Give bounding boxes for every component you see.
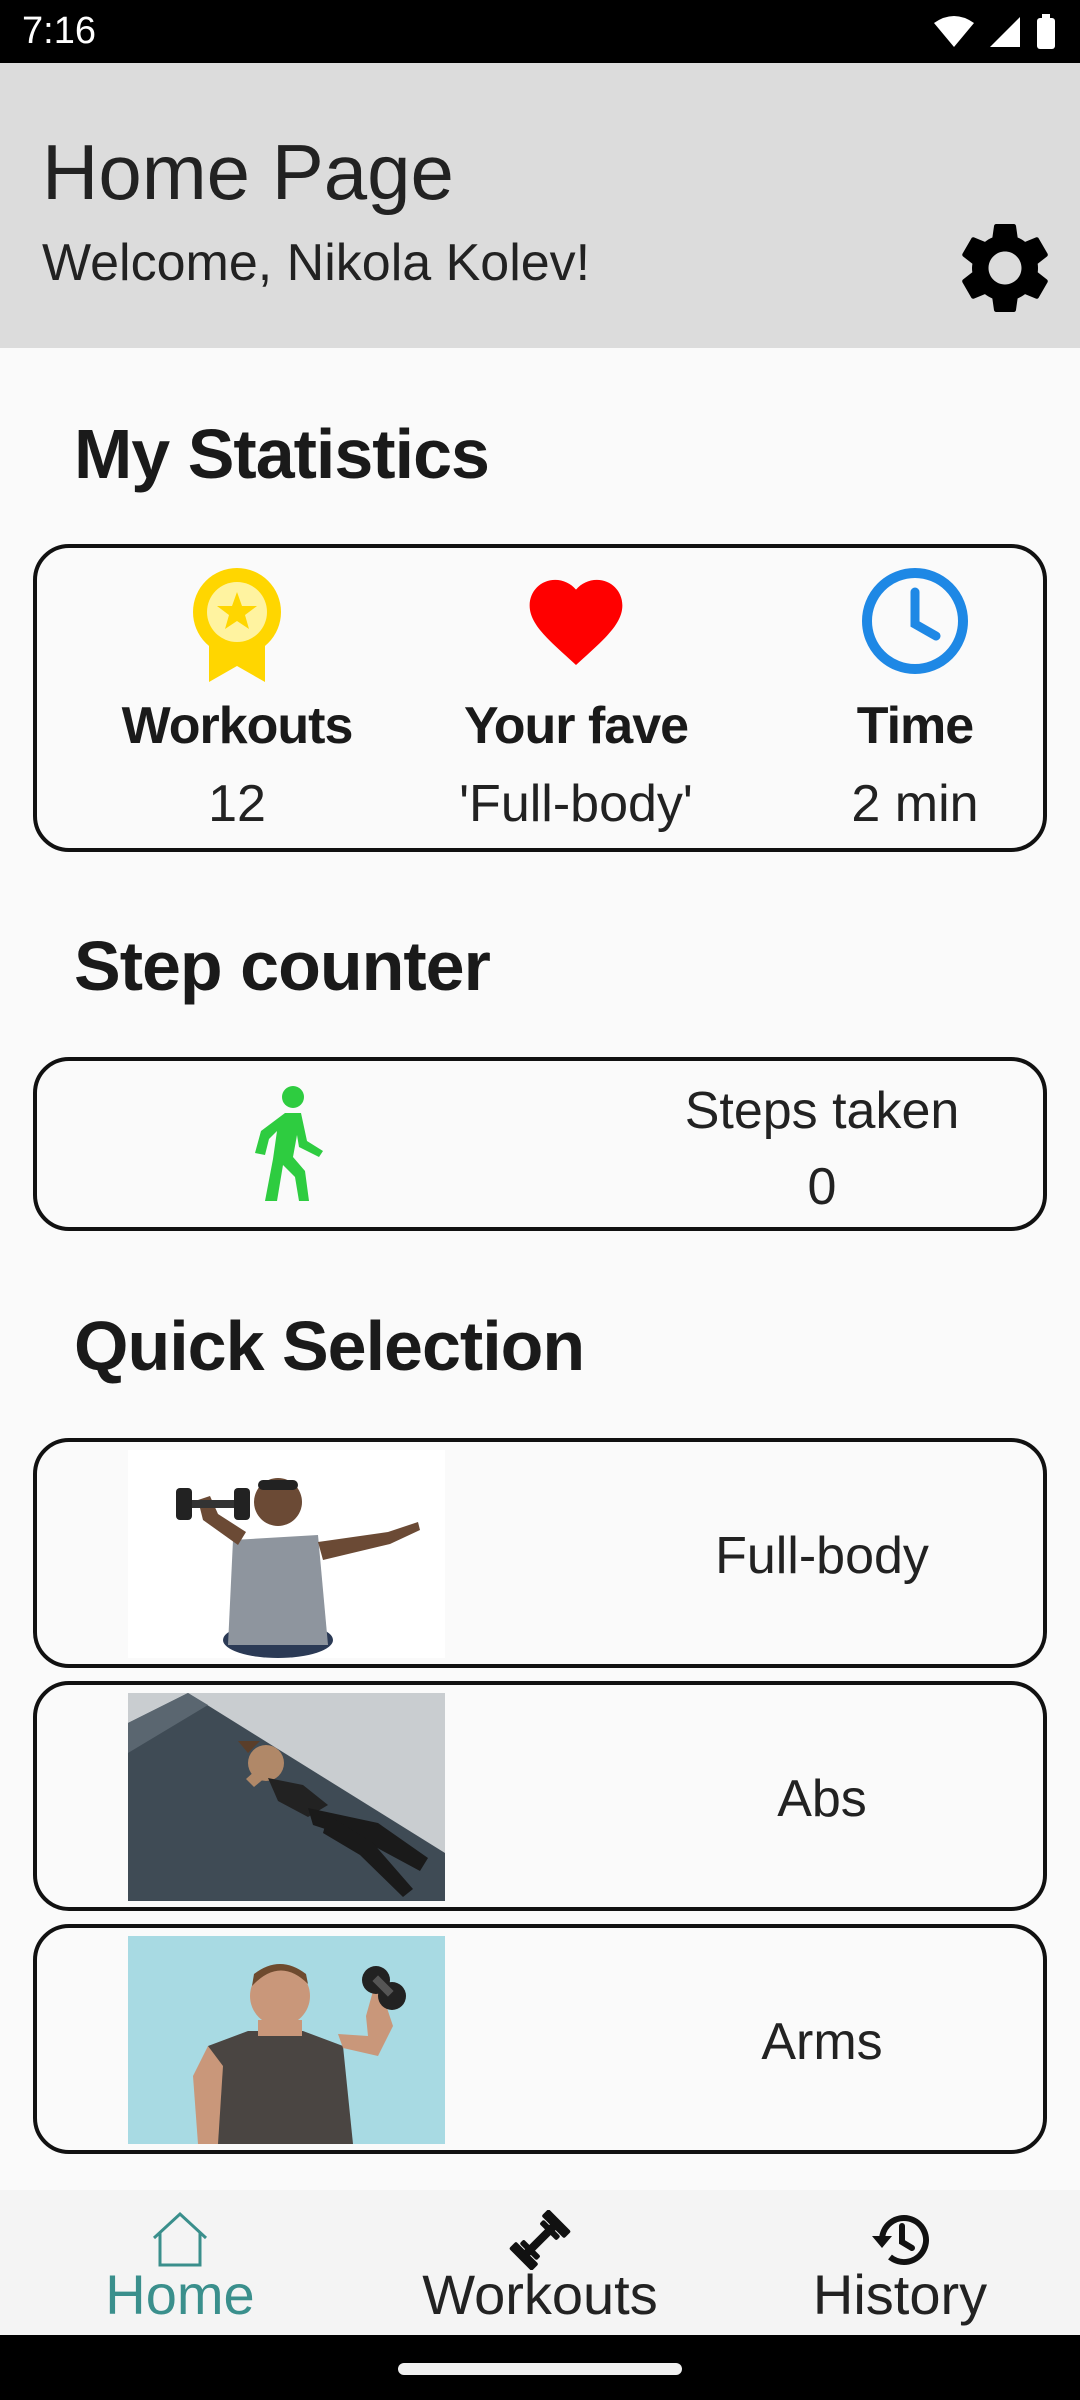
home-icon [152, 2211, 208, 2267]
stat-favourite: Your fave 'Full-body' [426, 548, 726, 848]
workout-label-full-body: Full-body [715, 1527, 929, 1585]
stat-time-value: 2 min [851, 775, 979, 833]
stat-workouts-label: Workouts [121, 697, 354, 755]
status-time: 7:16 [22, 10, 96, 52]
stat-favourite-label: Your fave [463, 697, 689, 755]
battery-icon [1037, 14, 1055, 49]
nav-label-home: Home [105, 2263, 255, 2326]
status-bar: 7:16 [0, 0, 1080, 63]
man-doing-curls-photo [128, 1936, 445, 2144]
clock-icon [862, 568, 968, 674]
nav-label-workouts: Workouts [422, 2263, 658, 2326]
workout-label-abs: Abs [777, 1770, 867, 1828]
stat-workouts: Workouts 12 [87, 548, 387, 848]
statistics-card: Workouts 12 Your fave 'Full-body' Time 2… [33, 544, 1047, 852]
steps-label: Steps taken [684, 1082, 960, 1140]
quick-selection-arms[interactable]: Arms [33, 1924, 1047, 2154]
step-counter-card: Steps taken 0 [33, 1057, 1047, 1231]
system-gesture-bar [0, 2335, 1080, 2400]
dumbbell-icon [509, 2210, 571, 2270]
settings-button[interactable] [950, 213, 1060, 323]
gear-icon [962, 224, 1048, 312]
quick-selection-abs[interactable]: Abs [33, 1681, 1047, 1911]
history-icon [872, 2215, 929, 2266]
wifi-icon [934, 16, 974, 47]
bottom-navigation: Home Workouts History [0, 2190, 1080, 2335]
status-icons [934, 12, 1056, 52]
man-lifting-dumbbells-photo [128, 1450, 445, 1658]
medal-icon [193, 568, 281, 682]
signal-icon [990, 17, 1020, 47]
page-title: Home Page [42, 128, 454, 216]
nav-item-history[interactable]: History [750, 2190, 1050, 2335]
welcome-message: Welcome, Nikola Kolev! [42, 234, 591, 292]
app-header: Home Page Welcome, Nikola Kolev! [0, 63, 1080, 348]
workout-label-arms: Arms [761, 2013, 883, 2071]
heart-icon [529, 579, 623, 665]
home-gesture-handle[interactable] [398, 2363, 682, 2375]
nav-item-home[interactable]: Home [30, 2190, 330, 2335]
nav-item-workouts[interactable]: Workouts [390, 2190, 690, 2335]
stat-favourite-value: 'Full-body' [459, 775, 693, 833]
walking-person-icon [255, 1086, 323, 1201]
nav-label-history: History [812, 2263, 988, 2326]
stat-time: Time 2 min [765, 548, 1043, 848]
stat-time-label: Time [856, 697, 974, 755]
quick-selection-full-body[interactable]: Full-body [33, 1438, 1047, 1668]
step-counter-title: Step counter [74, 927, 491, 1005]
steps-value: 0 [807, 1158, 837, 1216]
quick-selection-title: Quick Selection [74, 1307, 585, 1385]
statistics-title: My Statistics [74, 415, 490, 493]
woman-doing-crunches-photo [128, 1693, 445, 1901]
stat-workouts-value: 12 [208, 775, 266, 833]
